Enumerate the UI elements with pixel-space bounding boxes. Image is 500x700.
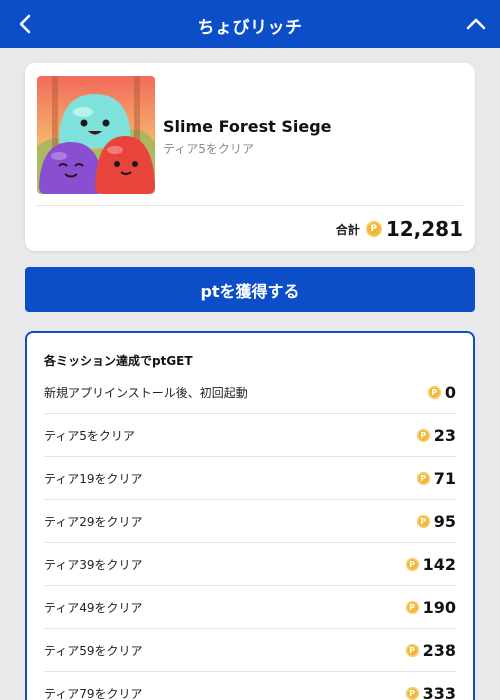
mission-points: P 190 xyxy=(405,597,456,617)
mission-points-value: 190 xyxy=(422,597,456,617)
mission-label: ティア39をクリア xyxy=(44,557,143,572)
mission-label: 新規アプリインストール後、初回起動 xyxy=(44,385,248,400)
total-points: 合計 P 12,281 xyxy=(336,216,463,242)
mission-points-value: 238 xyxy=(422,640,456,660)
game-title: Slime Forest Siege xyxy=(163,117,332,136)
point-coin-icon: P xyxy=(416,471,430,485)
mission-row: ティア79をクリア P 333 xyxy=(44,672,456,700)
point-coin-icon: P xyxy=(405,557,419,571)
chevron-up-icon[interactable] xyxy=(462,10,490,38)
point-coin-icon: P xyxy=(405,600,419,614)
mission-row: ティア39をクリア P 142 xyxy=(44,543,456,586)
app-header: ちょびリッチ xyxy=(0,0,500,48)
mission-row: ティア49をクリア P 190 xyxy=(44,586,456,629)
mission-row: ティア5をクリア P 23 xyxy=(44,414,456,457)
mission-points-value: 0 xyxy=(444,382,456,402)
mission-points: P0 xyxy=(427,382,456,402)
mission-label: ティア5をクリア xyxy=(44,428,135,443)
game-thumbnail xyxy=(37,76,155,194)
mission-points-value: 142 xyxy=(422,554,456,574)
mission-label: ティア19をクリア xyxy=(44,471,143,486)
mission-label: ティア59をクリア xyxy=(44,643,143,658)
mission-points-value: 71 xyxy=(433,468,456,488)
mission-points: P 95 xyxy=(416,511,456,531)
total-label: 合計 xyxy=(335,222,360,237)
mission-points: P 23 xyxy=(416,425,456,445)
mission-row: ティア29をクリア P 95 xyxy=(44,500,456,543)
point-coin-icon: P xyxy=(416,428,430,442)
mission-points: P 333 xyxy=(405,683,456,700)
point-coin-icon: P xyxy=(365,221,382,237)
missions-title: 各ミッション達成でptGET xyxy=(44,354,193,368)
point-coin-icon: P xyxy=(416,514,430,528)
mission-row: ティア19をクリア P 71 xyxy=(44,457,456,500)
game-card: Slime Forest Siege ティア5をクリア 合計 P 12,281 xyxy=(25,63,475,251)
mission-points-value: 333 xyxy=(422,683,456,700)
mission-points-value: 95 xyxy=(433,511,456,531)
mission-row: 新規アプリインストール後、初回起動 P 0 xyxy=(44,371,456,414)
mission-list: 新規アプリインストール後、初回起動 P 0 ティア5をクリア P 23 ティア19をクリア P… xyxy=(44,371,456,700)
mission-points: P 238 xyxy=(405,640,456,660)
mission-label: ティア49をクリア xyxy=(44,600,143,615)
mission-row: ティア59をクリア P 238 xyxy=(44,629,456,672)
total-value: 12,281 xyxy=(385,217,463,241)
header-title: ちょびリッチ xyxy=(197,18,303,38)
mission-points: P 71 xyxy=(416,468,456,488)
get-points-button[interactable]: ptを獲得する xyxy=(25,267,475,312)
point-coin-icon: P xyxy=(405,686,419,700)
mission-label: ティア79をクリア xyxy=(44,686,143,700)
missions-panel: 各ミッション達成でptGET 新規アプリインストール後、初回起動 P 0 ティア5をク… xyxy=(25,331,475,700)
point-coin-icon: P xyxy=(405,643,419,657)
game-subtitle: ティア5をクリア xyxy=(163,142,254,156)
mission-label: ティア29をクリア xyxy=(44,514,143,529)
mission-points: P 142 xyxy=(405,554,456,574)
point-coin-icon: P xyxy=(427,385,441,399)
mission-points-value: 23 xyxy=(433,425,456,445)
divider xyxy=(37,205,463,206)
